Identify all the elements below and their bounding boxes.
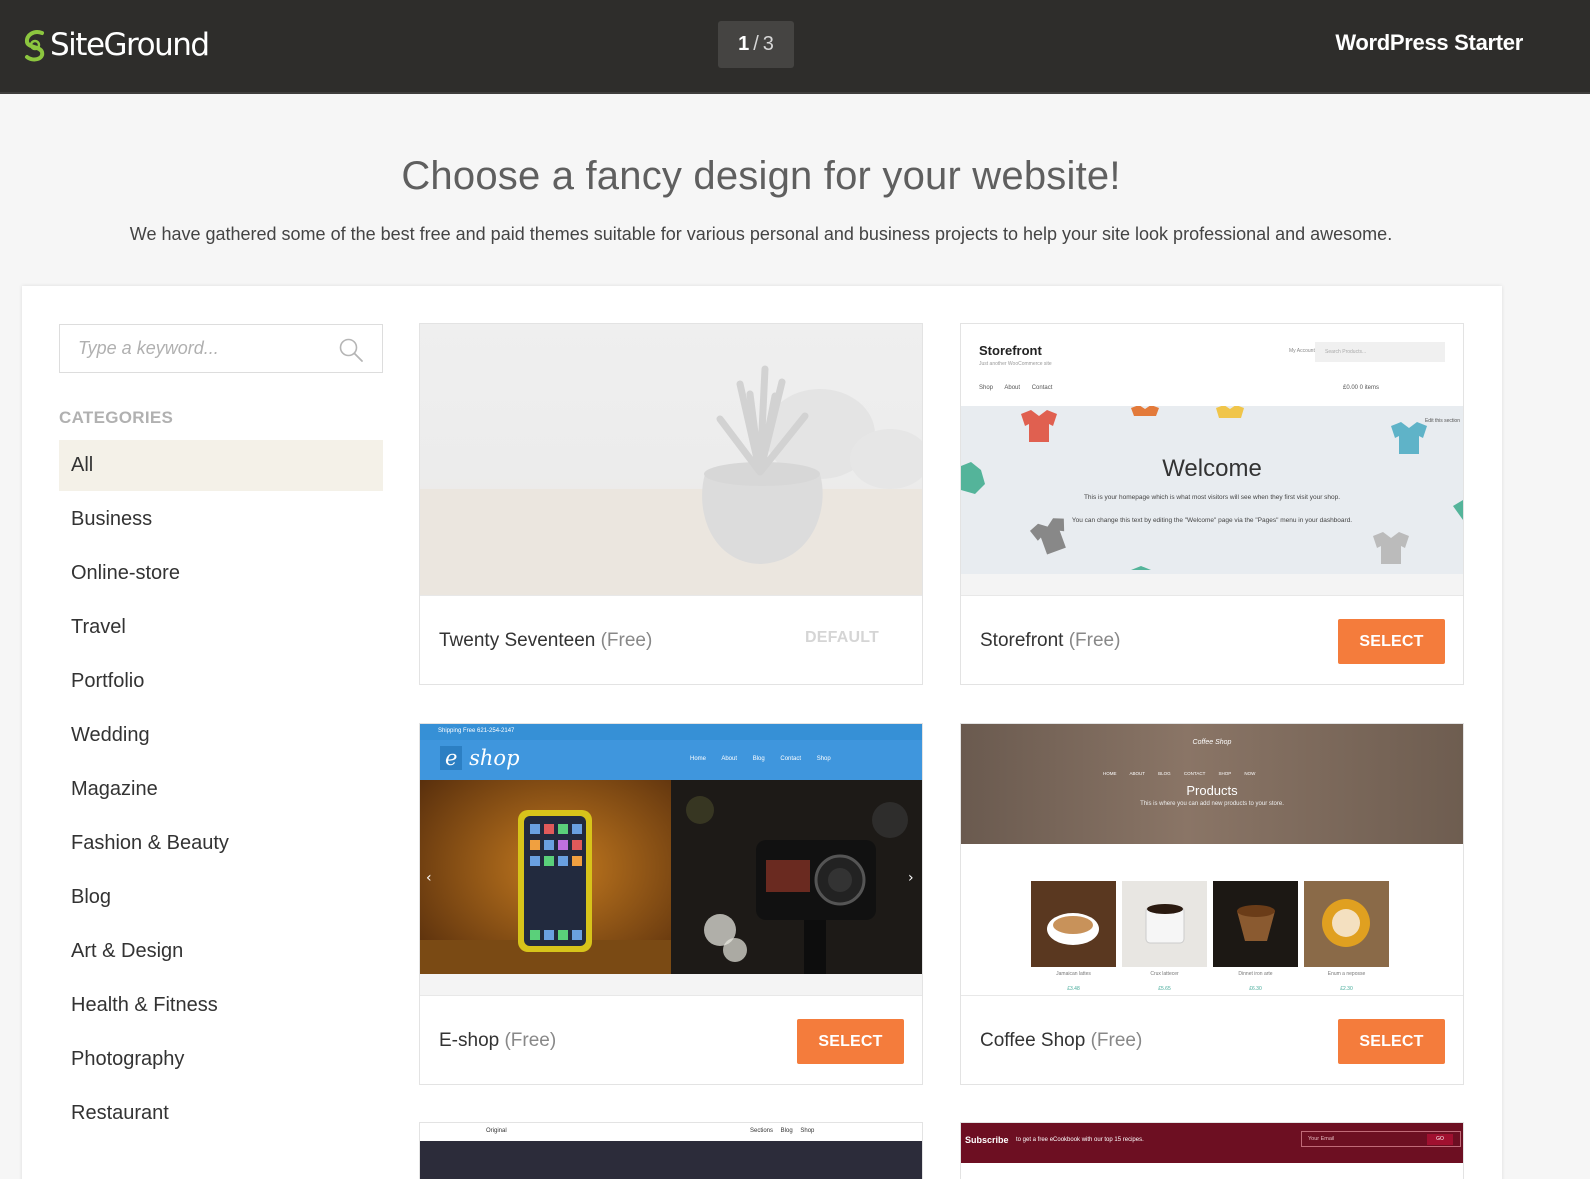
logo-text: SiteGround bbox=[50, 27, 210, 63]
category-business[interactable]: Business bbox=[59, 494, 383, 545]
category-all[interactable]: All bbox=[59, 440, 383, 491]
original-preview-image bbox=[420, 1141, 922, 1179]
step-indicator: 1 / 3 bbox=[718, 21, 794, 68]
theme-name: Coffee Shop (Free) bbox=[980, 1030, 1143, 1051]
theme-card-coffee-shop: Coffee Shop HOME ABOUT BLOG CONTACT SHOP… bbox=[960, 723, 1464, 1085]
coffee-preview-brand: Coffee Shop bbox=[1192, 739, 1232, 746]
siteground-logo-icon bbox=[24, 30, 45, 62]
category-art-design[interactable]: Art & Design bbox=[59, 926, 383, 977]
eshop-preview-logo: e shop bbox=[440, 746, 520, 770]
svg-text:‹: ‹ bbox=[426, 870, 432, 886]
storefront-preview-header: Storefront Just another WooCommerce site… bbox=[961, 324, 1463, 406]
coffee-preview-products bbox=[1031, 881, 1391, 967]
category-portfolio[interactable]: Portfolio bbox=[59, 656, 383, 707]
step-current: 1 bbox=[738, 33, 750, 55]
theme-name: E-shop (Free) bbox=[439, 1030, 557, 1051]
page-heading: Choose a fancy design for your website! bbox=[401, 154, 1121, 198]
coffee-product-image bbox=[1031, 881, 1116, 967]
theme-name: Twenty Seventeen (Free) bbox=[439, 630, 653, 651]
eshop-preview-menu: Home About Blog Contact Shop bbox=[690, 756, 831, 762]
storefront-preview-text-1: This is your homepage which is what most… bbox=[1083, 494, 1341, 501]
coffee-preview-prices: £3.48 £5.65 £6.30 £2.30 bbox=[1067, 986, 1353, 992]
category-blog[interactable]: Blog bbox=[59, 872, 383, 923]
page-subtext: We have gathered some of the best free a… bbox=[129, 224, 1393, 244]
category-magazine[interactable]: Magazine bbox=[59, 764, 383, 815]
wizard-title: WordPress Starter bbox=[1335, 30, 1523, 55]
twenty-seventeen-preview-image bbox=[420, 324, 922, 596]
eshop-preview-nav: e shop Home About Blog Contact Shop bbox=[420, 740, 922, 780]
recipes-preview-banner: Subscribe to get a free eCookbook with o… bbox=[961, 1123, 1463, 1163]
select-e-shop-button[interactable]: SELECT bbox=[797, 1019, 904, 1064]
theme-browser-panel: CATEGORIES All Business Online-store Tra… bbox=[22, 286, 1502, 1179]
default-label: DEFAULT bbox=[805, 629, 879, 646]
category-wedding[interactable]: Wedding bbox=[59, 710, 383, 761]
theme-thumbnail[interactable] bbox=[420, 324, 922, 596]
step-total: 3 bbox=[762, 33, 774, 55]
original-preview-header: Original Sections Blog Shop bbox=[420, 1123, 922, 1141]
storefront-preview-cart: £0.00 0 items bbox=[1343, 385, 1380, 391]
svg-text:›: › bbox=[908, 870, 914, 886]
theme-thumbnail[interactable]: Storefront Just another WooCommerce site… bbox=[961, 324, 1463, 596]
top-bar: SiteGround 1 / 3 WordPress Starter bbox=[0, 0, 1590, 94]
coffee-preview-title: Products bbox=[1186, 783, 1238, 798]
theme-thumbnail[interactable]: Coffee Shop HOME ABOUT BLOG CONTACT SHOP… bbox=[961, 724, 1463, 996]
category-list: All Business Online-store Travel Portfol… bbox=[59, 440, 383, 1142]
storefront-preview-hero: Edit this section Welcome This is your h… bbox=[961, 406, 1463, 574]
coffee-preview-labels: Jamaican lattes Crux lattecer Dinnet iron … bbox=[1056, 971, 1366, 977]
step-separator: / bbox=[753, 33, 759, 55]
siteground-logo[interactable]: SiteGround bbox=[22, 24, 210, 66]
theme-card-footer: Twenty Seventeen (Free) DEFAULT bbox=[420, 595, 922, 685]
theme-card-footer: Storefront (Free) SELECT bbox=[961, 595, 1463, 685]
storefront-preview-welcome: Welcome bbox=[1162, 455, 1262, 482]
category-restaurant[interactable]: Restaurant bbox=[59, 1088, 383, 1139]
theme-name: Storefront (Free) bbox=[980, 630, 1121, 651]
theme-search-box bbox=[59, 324, 383, 373]
theme-price: (Free) bbox=[504, 1030, 557, 1051]
storefront-preview-nav: Shop About Contact bbox=[979, 385, 1053, 391]
theme-card-storefront: Storefront Just another WooCommerce site… bbox=[960, 323, 1464, 685]
select-coffee-shop-button[interactable]: SELECT bbox=[1338, 1019, 1445, 1064]
category-online-store[interactable]: Online-store bbox=[59, 548, 383, 599]
theme-card-partial-recipes[interactable]: Subscribe to get a free eCookbook with o… bbox=[960, 1122, 1464, 1179]
storefront-preview-account: My Account bbox=[1289, 348, 1315, 354]
coffee-product-image bbox=[1304, 881, 1389, 967]
theme-card-e-shop: Shipping Free 621-254-2147 e shop Home A… bbox=[419, 723, 923, 1085]
coffee-preview-menu: HOME ABOUT BLOG CONTACT SHOP NOW bbox=[1103, 771, 1256, 776]
storefront-preview-tagline: Just another WooCommerce site bbox=[979, 361, 1052, 367]
categories-title: CATEGORIES bbox=[59, 408, 174, 427]
theme-card-footer: Coffee Shop (Free) SELECT bbox=[961, 995, 1463, 1085]
category-health-fitness[interactable]: Health & Fitness bbox=[59, 980, 383, 1031]
coffee-product-image bbox=[1122, 881, 1207, 967]
theme-price: (Free) bbox=[1090, 1030, 1143, 1051]
theme-thumbnail[interactable]: Shipping Free 621-254-2147 e shop Home A… bbox=[420, 724, 922, 996]
category-fashion-beauty[interactable]: Fashion & Beauty bbox=[59, 818, 383, 869]
tshirt-pattern-image bbox=[961, 406, 1463, 570]
storefront-preview-logo: Storefront bbox=[979, 343, 1042, 358]
theme-card-twenty-seventeen: Twenty Seventeen (Free) DEFAULT bbox=[419, 323, 923, 685]
coffee-preview-subtitle: This is where you can add new products t… bbox=[1140, 801, 1284, 807]
category-photography[interactable]: Photography bbox=[59, 1034, 383, 1085]
storefront-preview-search: Search Products... bbox=[1315, 342, 1445, 362]
storefront-preview-text-2: You can change this text by editing the … bbox=[1071, 517, 1353, 524]
eshop-preview-shipping: Shipping Free 621-254-2147 bbox=[438, 728, 515, 734]
theme-card-footer: E-shop (Free) SELECT bbox=[420, 995, 922, 1085]
select-storefront-button[interactable]: SELECT bbox=[1338, 619, 1445, 664]
coffee-product-image bbox=[1213, 881, 1298, 967]
coffee-preview-hero: Coffee Shop HOME ABOUT BLOG CONTACT SHOP… bbox=[961, 724, 1463, 844]
theme-search-input[interactable] bbox=[60, 325, 320, 372]
theme-price: (Free) bbox=[1068, 630, 1121, 651]
storefront-preview-edit: Edit this section bbox=[1424, 418, 1460, 424]
eshop-slider-image: ‹ › bbox=[420, 780, 922, 974]
category-travel[interactable]: Travel bbox=[59, 602, 383, 653]
theme-card-partial-original[interactable]: Original Sections Blog Shop bbox=[419, 1122, 923, 1179]
search-icon[interactable] bbox=[338, 337, 364, 363]
theme-price: (Free) bbox=[600, 630, 653, 651]
eshop-preview-topbar: Shipping Free 621-254-2147 bbox=[420, 724, 922, 740]
